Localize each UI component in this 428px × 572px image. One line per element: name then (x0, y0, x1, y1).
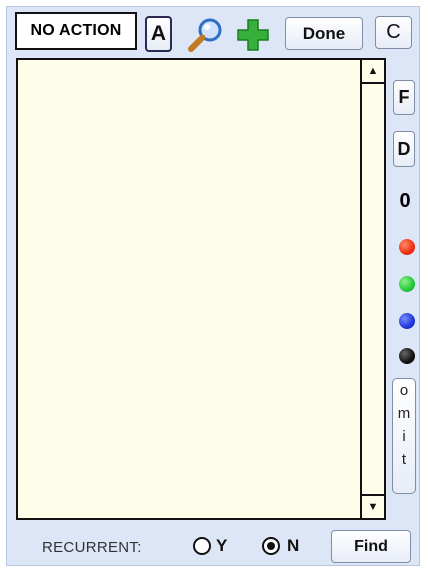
recurrent-no-radio[interactable] (262, 537, 280, 555)
item-count: 0 (399, 190, 411, 212)
scroll-up-arrow-icon[interactable]: ▲ (362, 60, 384, 84)
blue-filter-dot[interactable] (399, 313, 415, 329)
list-scrollbar[interactable]: ▲ ▼ (360, 60, 384, 518)
task-list[interactable]: ▲ ▼ (16, 58, 386, 520)
a-button[interactable]: A (145, 16, 172, 52)
recurrent-yes-radio[interactable] (193, 537, 211, 555)
omit-letter: t (401, 451, 407, 468)
done-button[interactable]: Done (285, 17, 363, 50)
omit-button[interactable]: o m i t (392, 378, 416, 494)
recurrent-yes-label: Y (216, 536, 228, 555)
scroll-down-arrow-icon[interactable]: ▼ (362, 494, 384, 518)
green-filter-dot[interactable] (399, 276, 415, 292)
d-button[interactable]: D (393, 131, 415, 167)
omit-letter: m (397, 405, 411, 422)
magnifier-icon[interactable] (186, 16, 224, 52)
f-button[interactable]: F (393, 80, 415, 115)
omit-letter: o (399, 382, 409, 399)
red-filter-dot[interactable] (399, 239, 415, 255)
recurrent-no-label: N (287, 536, 300, 555)
recurrent-label: RECURRENT: (42, 539, 142, 556)
action-status-box: NO ACTION (15, 12, 137, 50)
omit-letter: i (402, 428, 406, 445)
black-filter-dot[interactable] (399, 348, 415, 364)
c-button[interactable]: C (375, 16, 412, 49)
find-button[interactable]: Find (331, 530, 411, 563)
plus-icon[interactable] (235, 18, 271, 52)
